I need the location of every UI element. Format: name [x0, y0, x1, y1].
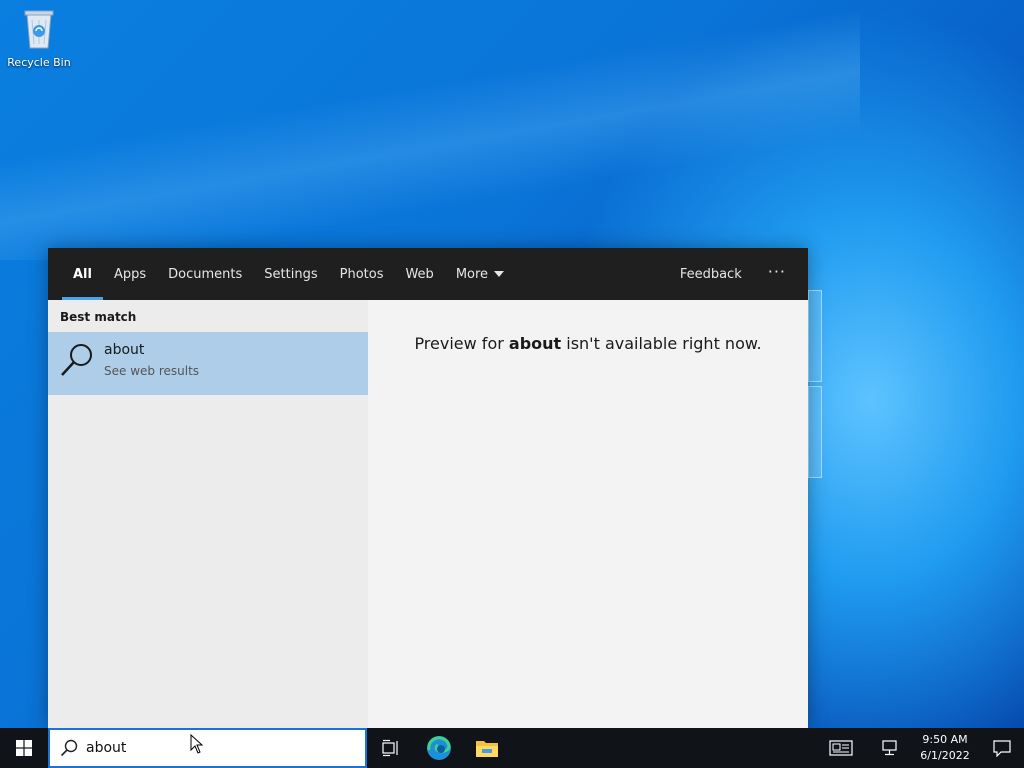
tab-all[interactable]: All [62, 248, 103, 300]
taskbar-search-box[interactable] [48, 728, 367, 768]
file-explorer-button[interactable] [463, 728, 511, 768]
feedback-button[interactable]: Feedback [668, 267, 754, 282]
recycle-bin-icon [24, 10, 54, 49]
best-match-result[interactable]: about See web results [48, 332, 368, 395]
result-text: about See web results [104, 342, 199, 378]
tab-label: Photos [339, 266, 384, 282]
tab-label: Apps [113, 266, 147, 282]
tab-apps[interactable]: Apps [103, 248, 157, 300]
task-view-button[interactable] [367, 728, 415, 768]
header-actions: Feedback ··· [668, 248, 808, 300]
tab-label: Documents [168, 266, 243, 282]
tab-more[interactable]: More [445, 248, 515, 300]
more-options-button[interactable]: ··· [754, 262, 808, 287]
file-explorer-icon [476, 741, 498, 757]
notification-button[interactable] [980, 728, 1024, 768]
chevron-down-icon [494, 271, 505, 277]
results-pane: Best match about See web results [48, 300, 368, 728]
wallpaper-logo-pane [808, 290, 822, 382]
search-icon [61, 344, 92, 376]
news-button[interactable] [812, 728, 870, 768]
tab-documents[interactable]: Documents [157, 248, 253, 300]
edge-icon [427, 736, 451, 760]
preview-query: about [508, 334, 562, 353]
search-tabs-bar: All Apps Documents Settings Photos Web M… [48, 248, 808, 300]
clock-date: 6/1/2022 [920, 749, 970, 762]
wallpaper-logo-pane [808, 386, 822, 478]
news-icon [829, 740, 853, 756]
tab-label: Web [405, 266, 434, 282]
preview-prefix: Preview for [414, 334, 509, 353]
taskbar: 9:50 AM 6/1/2022 [0, 728, 1024, 768]
windows-start-icon [16, 740, 32, 756]
tab-label: Settings [264, 266, 318, 282]
recycle-bin-label: Recycle Bin [7, 56, 71, 69]
notification-icon [993, 740, 1011, 757]
tab-web[interactable]: Web [394, 248, 444, 300]
network-icon [882, 740, 897, 756]
search-input[interactable] [86, 740, 326, 756]
network-button[interactable] [870, 728, 910, 768]
clock-time: 9:50 AM [922, 733, 968, 746]
result-title: about [104, 342, 145, 358]
wallpaper-light-beam [0, 0, 860, 260]
preview-pane: Preview for about isn't available right … [368, 300, 808, 728]
start-button[interactable] [0, 728, 48, 768]
best-match-heading: Best match [60, 310, 137, 324]
clock[interactable]: 9:50 AM 6/1/2022 [910, 732, 980, 764]
task-view-icon [382, 739, 398, 757]
system-tray: 9:50 AM 6/1/2022 [812, 728, 1024, 768]
tab-label: All [73, 266, 92, 282]
mouse-cursor-icon [190, 734, 204, 754]
tab-label: More [455, 266, 489, 282]
search-icon [60, 739, 78, 757]
tab-settings[interactable]: Settings [253, 248, 328, 300]
preview-message: Preview for about isn't available right … [368, 334, 808, 353]
tab-photos[interactable]: Photos [329, 248, 395, 300]
search-flyout: All Apps Documents Settings Photos Web M… [48, 248, 808, 728]
recycle-bin-shortcut[interactable]: Recycle Bin [4, 6, 74, 69]
preview-suffix: isn't available right now. [561, 334, 762, 353]
result-subtitle: See web results [104, 364, 200, 378]
edge-button[interactable] [415, 728, 463, 768]
